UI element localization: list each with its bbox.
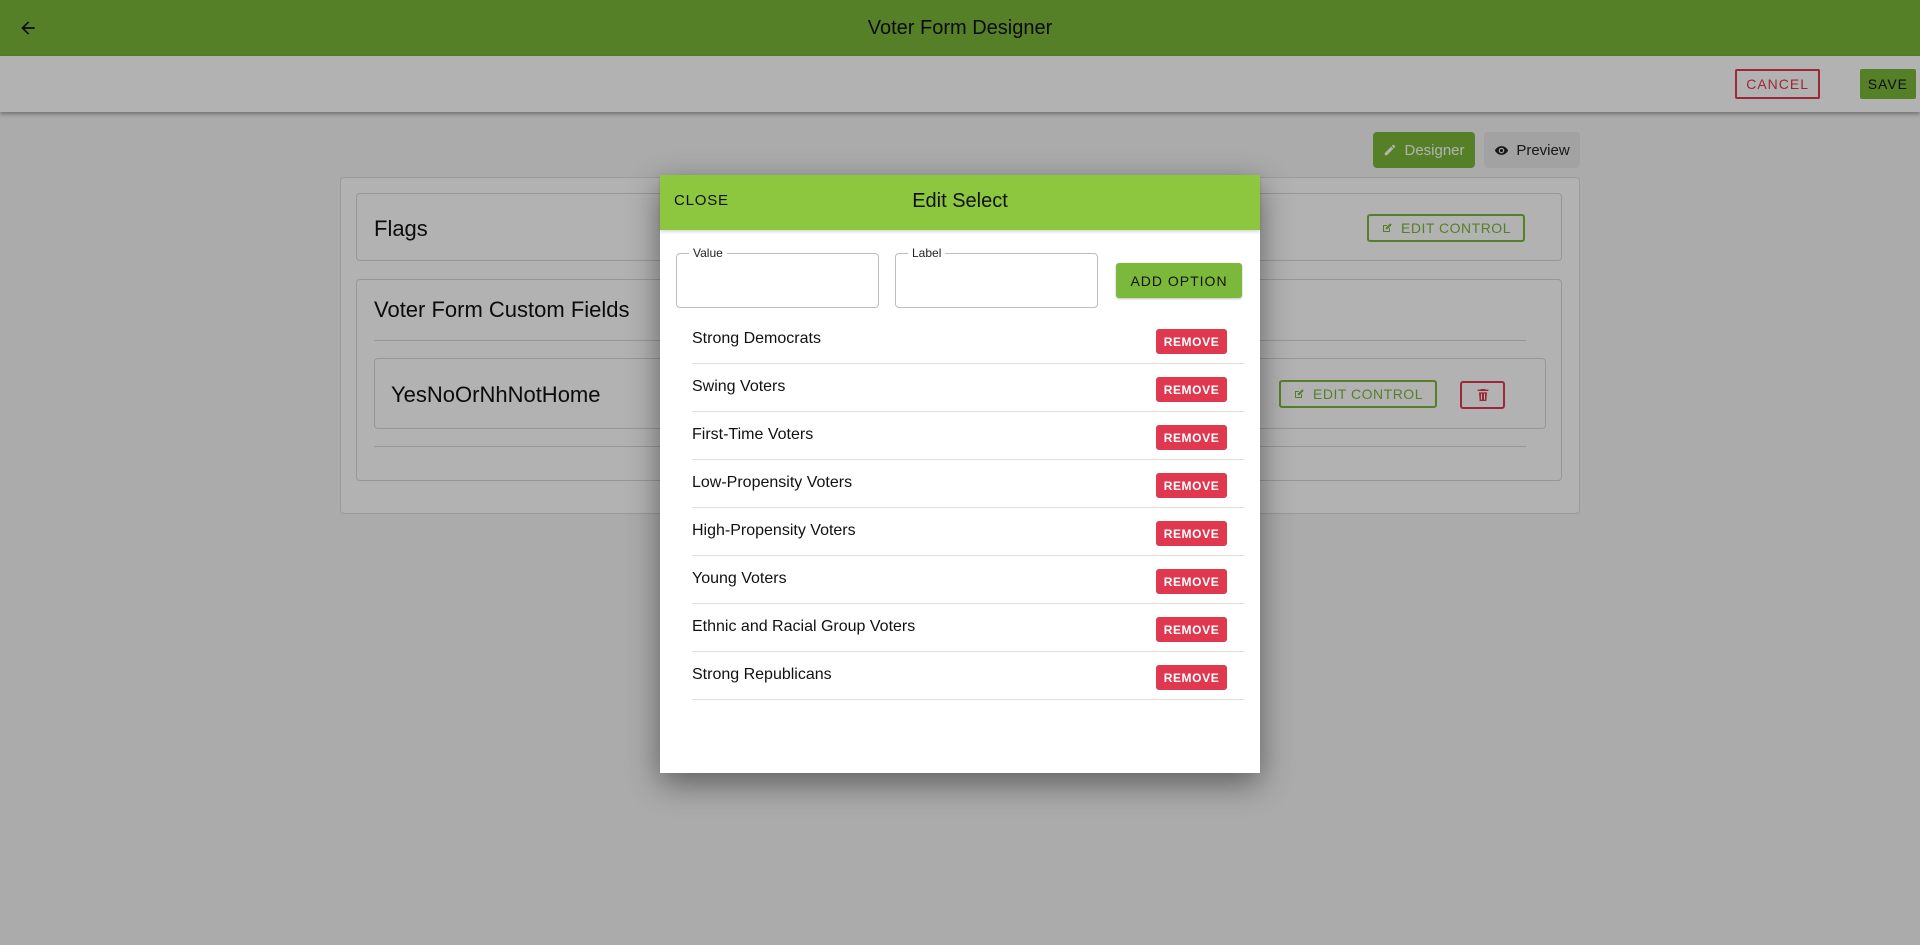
dialog-header: CLOSE Edit Select (660, 175, 1260, 230)
label-input[interactable] (906, 270, 1086, 294)
value-field: Value (676, 246, 879, 308)
value-field-label: Value (689, 246, 727, 260)
add-option-button[interactable]: ADD OPTION (1116, 263, 1242, 298)
remove-button[interactable]: REMOVE (1156, 521, 1227, 546)
remove-button[interactable]: REMOVE (1156, 425, 1227, 450)
remove-button[interactable]: REMOVE (1156, 473, 1227, 498)
list-item: Low-Propensity Voters REMOVE (692, 460, 1245, 508)
remove-button[interactable]: REMOVE (1156, 665, 1227, 690)
option-label: First-Time Voters (692, 426, 814, 443)
value-input[interactable] (687, 270, 867, 294)
option-label: High-Propensity Voters (692, 522, 856, 539)
option-label: Strong Republicans (692, 666, 832, 683)
remove-button[interactable]: REMOVE (1156, 569, 1227, 594)
remove-button[interactable]: REMOVE (1156, 617, 1227, 642)
dialog-title: Edit Select (912, 190, 1008, 212)
label-field: Label (895, 246, 1098, 308)
list-item: Ethnic and Racial Group Voters REMOVE (692, 604, 1245, 652)
list-item: First-Time Voters REMOVE (692, 412, 1245, 460)
remove-button[interactable]: REMOVE (1156, 329, 1227, 354)
edit-select-dialog: CLOSE Edit Select Value Label ADD OPTION… (660, 175, 1260, 773)
remove-button[interactable]: REMOVE (1156, 377, 1227, 402)
label-field-label: Label (908, 246, 946, 260)
option-label: Ethnic and Racial Group Voters (692, 618, 916, 635)
list-item: Strong Democrats REMOVE (692, 316, 1245, 364)
option-label: Young Voters (692, 570, 787, 587)
list-item: Swing Voters REMOVE (692, 364, 1245, 412)
option-label: Swing Voters (692, 378, 786, 395)
list-item: Young Voters REMOVE (692, 556, 1245, 604)
list-item: High-Propensity Voters REMOVE (692, 508, 1245, 556)
option-label: Low-Propensity Voters (692, 474, 853, 491)
option-label: Strong Democrats (692, 330, 821, 347)
list-item: Strong Republicans REMOVE (692, 652, 1245, 700)
